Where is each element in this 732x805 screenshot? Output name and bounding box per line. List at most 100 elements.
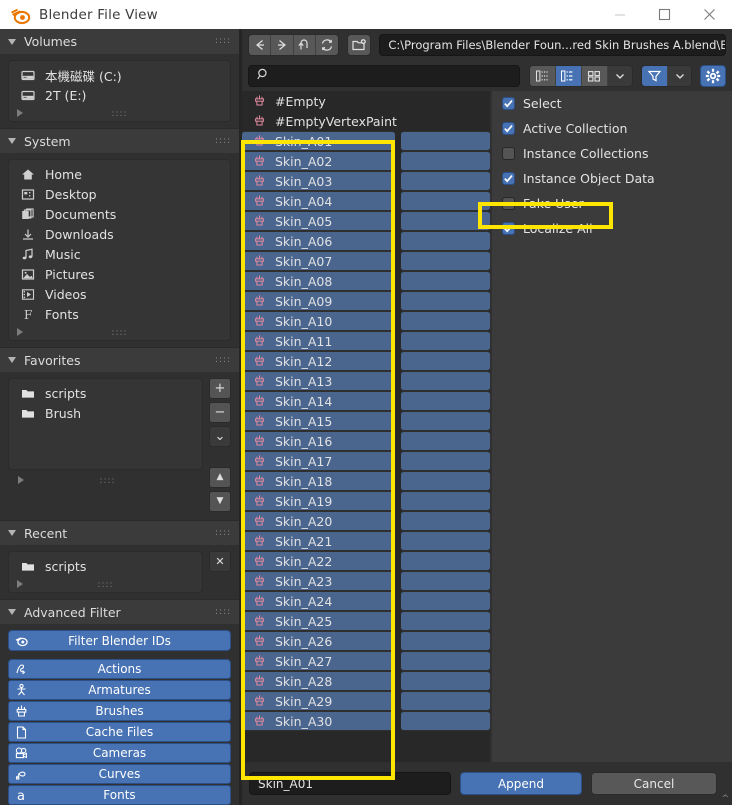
system-item-desktop[interactable]: Desktop [9, 184, 230, 204]
option-row[interactable]: Select [492, 91, 732, 116]
file-list-row[interactable]: Skin_A11 [242, 331, 395, 351]
volume-item-e[interactable]: 2T (E:) [9, 85, 230, 105]
file-list-row[interactable]: Skin_A21 [242, 531, 395, 551]
file-list-row[interactable]: #Empty [242, 91, 490, 111]
file-list-row[interactable]: Skin_A07 [242, 251, 395, 271]
file-list-row[interactable]: Skin_A18 [242, 471, 395, 491]
filter-blender-ids-button[interactable]: Filter Blender IDs [8, 630, 231, 651]
move-favorite-down-button[interactable]: ▼ [209, 491, 231, 512]
file-list-row-size-cell[interactable] [401, 491, 490, 511]
file-list-row[interactable]: Skin_A12 [242, 351, 395, 371]
system-item-pictures[interactable]: Pictures [9, 264, 230, 284]
add-favorite-button[interactable]: + [209, 378, 231, 399]
filter-type-cameras[interactable]: Cameras [8, 743, 231, 763]
file-list-row[interactable]: Skin_A22 [242, 551, 395, 571]
file-list-row-size-cell[interactable] [401, 291, 490, 311]
close-button[interactable] [687, 0, 732, 29]
file-list-row[interactable]: Skin_A04 [242, 191, 395, 211]
file-list-row-size-cell[interactable] [401, 351, 490, 371]
file-list-row[interactable]: Skin_A17 [242, 451, 395, 471]
favorite-item-brush[interactable]: Brush [9, 403, 202, 423]
file-list-row-size-cell[interactable] [401, 151, 490, 171]
file-list-row-size-cell[interactable] [401, 311, 490, 331]
file-list-row[interactable]: Skin_A01 [242, 131, 395, 151]
filter-funnel-icon[interactable] [641, 66, 668, 86]
file-list-row[interactable]: Skin_A29 [242, 691, 395, 711]
file-list-row[interactable]: Skin_A23 [242, 571, 395, 591]
back-button[interactable] [249, 35, 272, 55]
file-list-row[interactable]: Skin_A20 [242, 511, 395, 531]
triangle-right-icon[interactable] [17, 580, 23, 588]
parent-directory-button[interactable] [293, 35, 316, 55]
maximize-button[interactable] [642, 0, 687, 29]
filter-type-curves[interactable]: Curves [8, 764, 231, 784]
filter-type-armatures[interactable]: Armatures [8, 680, 231, 700]
grip-dots-icon[interactable]: :::: [99, 476, 115, 486]
file-list-row-size-cell[interactable] [401, 571, 490, 591]
checkbox-fake-user[interactable] [502, 197, 515, 210]
filter-options-chevron-down-icon[interactable] [667, 66, 692, 86]
panel-header-volumes[interactable]: Volumes :::: [0, 29, 239, 54]
checkbox-localize-all[interactable] [502, 222, 515, 235]
panel-header-favorites[interactable]: Favorites :::: [0, 347, 239, 372]
file-list-row-size-cell[interactable] [401, 651, 490, 671]
file-list-row-size-cell[interactable] [401, 671, 490, 691]
system-item-documents[interactable]: Documents [9, 204, 230, 224]
forward-button[interactable] [271, 35, 294, 55]
file-list-row[interactable]: Skin_A25 [242, 611, 395, 631]
file-list-row[interactable]: Skin_A05 [242, 211, 395, 231]
file-list-row[interactable]: Skin_A19 [242, 491, 395, 511]
file-list-row-size-cell[interactable] [401, 251, 490, 271]
panel-header-recent[interactable]: Recent :::: [0, 520, 239, 545]
file-list-row[interactable]: Skin_A15 [242, 411, 395, 431]
file-list-row[interactable]: Skin_A02 [242, 151, 395, 171]
file-list-row-size-cell[interactable] [401, 411, 490, 431]
file-list-row-size-cell[interactable] [401, 471, 490, 491]
file-list-row[interactable]: Skin_A14 [242, 391, 395, 411]
file-list-row-size-cell[interactable] [401, 591, 490, 611]
minimize-button[interactable] [597, 0, 642, 29]
system-item-music[interactable]: Music [9, 244, 230, 264]
file-list-row-size-cell[interactable] [401, 451, 490, 471]
checkbox-active-collection[interactable] [502, 122, 515, 135]
option-row[interactable]: Instance Collections [492, 141, 732, 166]
resize-grip-icon[interactable]: ^ [721, 794, 729, 804]
file-list-row-size-cell[interactable] [401, 431, 490, 451]
system-item-fonts[interactable]: F Fonts [9, 304, 230, 324]
file-list-row-size-cell[interactable] [401, 211, 490, 231]
file-list[interactable]: #Empty #EmptyVertexPaint Skin_A01 Skin_A02 S… [242, 91, 490, 791]
file-list-row[interactable]: Skin_A08 [242, 271, 395, 291]
file-list-row[interactable]: Skin_A16 [242, 431, 395, 451]
file-list-row-size-cell[interactable] [401, 191, 490, 211]
view-options-chevron-down-icon[interactable] [607, 66, 632, 86]
option-row[interactable]: Localize All [492, 216, 732, 241]
filter-type-fonts[interactable]: a Fonts [8, 785, 231, 805]
panel-header-advanced-filter[interactable]: Advanced Filter :::: [0, 599, 239, 624]
view-thumbnail-grid-icon[interactable] [581, 66, 608, 86]
file-list-row-size-cell[interactable] [401, 711, 490, 731]
checkbox-instance-object-data[interactable] [502, 172, 515, 185]
grip-dots-icon[interactable]: :::: [111, 109, 127, 119]
system-item-videos[interactable]: Videos [9, 284, 230, 304]
file-list-row-size-cell[interactable] [401, 391, 490, 411]
file-list-row-size-cell[interactable] [401, 551, 490, 571]
filter-type-cache-files[interactable]: Cache Files [8, 722, 231, 742]
favorites-menu-button[interactable]: ⌄ [209, 426, 231, 447]
file-list-row-size-cell[interactable] [401, 231, 490, 251]
file-list-row-size-cell[interactable] [401, 631, 490, 651]
option-row[interactable]: Instance Object Data [492, 166, 732, 191]
file-list-row-size-cell[interactable] [401, 531, 490, 551]
file-list-row[interactable]: Skin_A30 [242, 711, 395, 731]
option-row[interactable]: Fake User [492, 191, 732, 216]
file-list-row[interactable]: Skin_A09 [242, 291, 395, 311]
file-list-row[interactable]: Skin_A26 [242, 631, 395, 651]
view-detail-list-icon[interactable] [556, 66, 582, 86]
refresh-button[interactable] [315, 35, 339, 55]
gear-icon[interactable] [700, 65, 726, 87]
filename-input[interactable]: Skin_A01 [249, 772, 451, 795]
file-list-row[interactable]: Skin_A03 [242, 171, 395, 191]
append-button[interactable]: Append [460, 772, 582, 795]
file-list-row-size-cell[interactable] [401, 171, 490, 191]
file-list-row[interactable]: #EmptyVertexPaint [242, 111, 490, 131]
triangle-right-icon[interactable] [18, 476, 24, 484]
